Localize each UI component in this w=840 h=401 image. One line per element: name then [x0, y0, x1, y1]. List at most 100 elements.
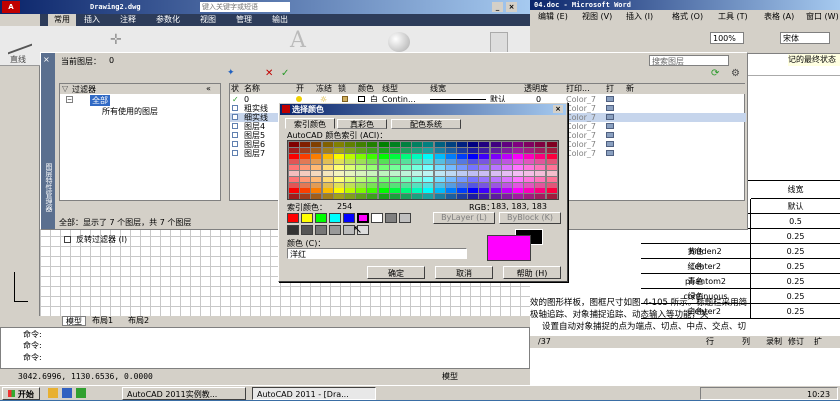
aci-color-cell[interactable]: [300, 171, 311, 176]
aci-color-cell[interactable]: [468, 165, 479, 171]
menu-table[interactable]: 表格 (A): [764, 10, 794, 24]
aci-color-cell[interactable]: [401, 171, 411, 176]
aci-color-cell[interactable]: [367, 147, 378, 153]
aci-color-cell[interactable]: [378, 176, 389, 182]
aci-color-cell[interactable]: [311, 142, 322, 147]
aci-color-cell[interactable]: [546, 147, 557, 153]
aci-color-cell[interactable]: [401, 176, 411, 182]
menu-insert[interactable]: 插入 (I): [626, 10, 653, 24]
aci-color-cell[interactable]: [457, 182, 467, 188]
aci-color-cell[interactable]: [367, 171, 378, 176]
gray-color-cell[interactable]: [315, 225, 327, 235]
aci-color-cell[interactable]: [479, 182, 490, 188]
printer-icon[interactable]: [606, 132, 614, 138]
aci-color-cell[interactable]: [378, 153, 389, 159]
standard-color-cell[interactable]: [301, 213, 313, 223]
aci-color-cell[interactable]: [423, 194, 434, 200]
aci-color-cell[interactable]: [445, 182, 456, 188]
aci-color-cell[interactable]: [378, 188, 389, 194]
tab-home[interactable]: 常用: [48, 14, 76, 26]
aci-color-cell[interactable]: [479, 188, 490, 194]
aci-color-cell[interactable]: [345, 182, 355, 188]
close-button[interactable]: ×: [506, 2, 517, 12]
refresh-icon[interactable]: ⟳: [711, 68, 719, 79]
standard-colors-row[interactable]: [287, 213, 427, 223]
aci-color-cell[interactable]: [289, 194, 299, 200]
menu-view[interactable]: 视图 (V): [582, 10, 612, 24]
aci-color-cell[interactable]: [445, 142, 456, 147]
aci-color-cell[interactable]: [457, 188, 467, 194]
aci-color-cell[interactable]: [423, 159, 434, 165]
aci-color-cell[interactable]: [457, 159, 467, 165]
aci-color-cell[interactable]: [479, 194, 490, 200]
aci-color-cell[interactable]: [378, 147, 389, 153]
task-button-1[interactable]: AutoCAD 2011实例教...: [122, 387, 246, 400]
aci-color-cell[interactable]: [535, 188, 546, 194]
aci-color-cell[interactable]: [289, 188, 299, 194]
aci-color-cell[interactable]: [300, 165, 311, 171]
aci-color-cell[interactable]: [524, 176, 535, 182]
gray-color-cell[interactable]: [287, 225, 299, 235]
aci-color-cell[interactable]: [501, 159, 512, 165]
sphere-icon[interactable]: [388, 32, 410, 52]
aci-color-cell[interactable]: [468, 182, 479, 188]
standard-color-cell[interactable]: [343, 213, 355, 223]
aci-color-cell[interactable]: [535, 165, 546, 171]
aci-color-cell[interactable]: [524, 165, 535, 171]
aci-color-cell[interactable]: [490, 182, 501, 188]
aci-color-cell[interactable]: [289, 142, 299, 147]
aci-color-cell[interactable]: [535, 182, 546, 188]
aci-color-cell[interactable]: [546, 153, 557, 159]
aci-color-cell[interactable]: [501, 188, 512, 194]
aci-color-cell[interactable]: [345, 165, 355, 171]
aci-color-cell[interactable]: [468, 171, 479, 176]
aci-color-cell[interactable]: [322, 147, 333, 153]
aci-color-cell[interactable]: [423, 188, 434, 194]
aci-color-cell[interactable]: [434, 171, 445, 176]
aci-color-cell[interactable]: [479, 142, 490, 147]
layer-column-header[interactable]: 名称: [244, 84, 260, 94]
aci-color-cell[interactable]: [300, 147, 311, 153]
aci-color-cell[interactable]: [423, 153, 434, 159]
aci-color-cell[interactable]: [468, 142, 479, 147]
layer-column-header[interactable]: 冻结: [316, 84, 332, 94]
aci-color-cell[interactable]: [401, 188, 411, 194]
aci-color-cell[interactable]: [513, 176, 523, 182]
layer-column-header[interactable]: 线宽: [430, 84, 446, 94]
text-tool-icon[interactable]: A: [290, 28, 306, 53]
aci-color-cell[interactable]: [311, 153, 322, 159]
aci-color-cell[interactable]: [535, 159, 546, 165]
aci-color-cell[interactable]: [401, 159, 411, 165]
printer-icon[interactable]: [606, 114, 614, 120]
aci-color-cell[interactable]: [389, 165, 400, 171]
aci-color-cell[interactable]: [333, 142, 344, 147]
standard-color-cell[interactable]: [357, 213, 369, 223]
tab-manage[interactable]: 管理: [236, 14, 252, 26]
aci-color-cell[interactable]: [356, 142, 367, 147]
task-button-2[interactable]: AutoCAD 2011 - [Dra...: [252, 387, 376, 400]
aci-color-cell[interactable]: [401, 153, 411, 159]
aci-color-cell[interactable]: [423, 142, 434, 147]
aci-color-cell[interactable]: [289, 171, 299, 176]
aci-color-cell[interactable]: [289, 165, 299, 171]
aci-color-cell[interactable]: [289, 182, 299, 188]
aci-color-cell[interactable]: [412, 194, 423, 200]
aci-color-cell[interactable]: [501, 176, 512, 182]
aci-color-cell[interactable]: [322, 142, 333, 147]
tab-layout1[interactable]: 布局1: [92, 316, 113, 326]
aci-color-cell[interactable]: [479, 165, 490, 171]
aci-color-cell[interactable]: [479, 153, 490, 159]
gray-color-cell[interactable]: [301, 225, 313, 235]
aci-color-cell[interactable]: [445, 188, 456, 194]
aci-color-cell[interactable]: [412, 147, 423, 153]
collapse-filters-button[interactable]: «: [206, 84, 211, 93]
aci-color-cell[interactable]: [501, 194, 512, 200]
line-tool-icon[interactable]: [8, 25, 32, 55]
tab-model[interactable]: 模型: [62, 316, 86, 326]
aci-color-cell[interactable]: [434, 182, 445, 188]
aci-color-cell[interactable]: [401, 194, 411, 200]
tab-color-books[interactable]: 配色系统: [391, 119, 461, 129]
delete-layer-icon[interactable]: ✕: [265, 68, 273, 79]
aci-color-cell[interactable]: [322, 159, 333, 165]
aci-color-cell[interactable]: [445, 159, 456, 165]
